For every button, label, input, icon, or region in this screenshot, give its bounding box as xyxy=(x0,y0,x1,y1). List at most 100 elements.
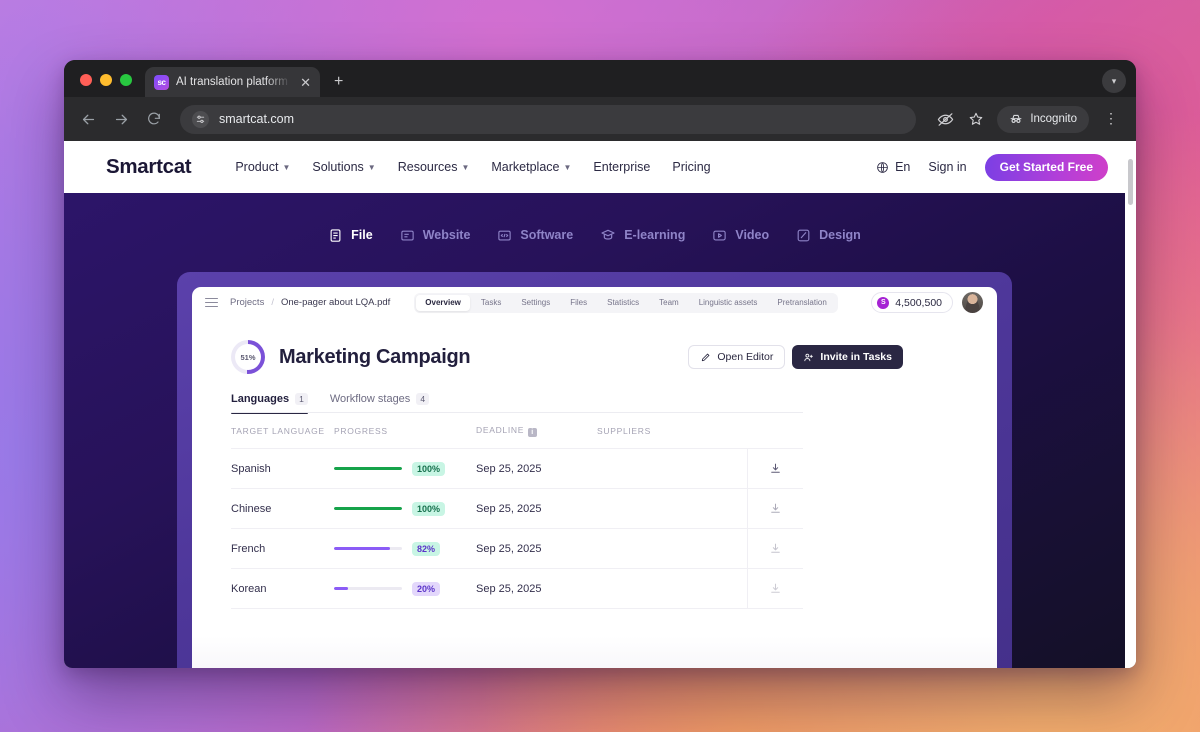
download-icon xyxy=(769,582,782,595)
subtab-count: 1 xyxy=(295,393,308,405)
subtab-languages[interactable]: Languages 1 xyxy=(231,393,308,413)
table-header-row: TARGET LANGUAGE PROGRESS DEADLINEi SUPPL… xyxy=(231,413,803,448)
app-tab-overview[interactable]: Overview xyxy=(416,295,470,311)
app-tab-statistics[interactable]: Statistics xyxy=(598,295,648,311)
address-bar[interactable]: smartcat.com xyxy=(180,105,916,134)
download-button[interactable] xyxy=(747,529,803,569)
header-download xyxy=(747,411,803,451)
chevron-down-icon: ▼ xyxy=(563,163,571,172)
close-icon[interactable]: ✕ xyxy=(298,74,313,91)
progress-badge: 100% xyxy=(412,462,445,476)
window-controls[interactable] xyxy=(64,74,145,97)
forward-arrow-icon[interactable] xyxy=(111,109,131,129)
language-selector[interactable]: En xyxy=(876,160,910,174)
content-fade xyxy=(192,636,997,668)
back-arrow-icon[interactable] xyxy=(78,109,98,129)
table-row[interactable]: Korean 20% Sep 25, 2025 xyxy=(231,568,803,608)
hero-tab-design[interactable]: Design xyxy=(796,227,861,243)
cell-language: Korean xyxy=(231,583,334,595)
nav-item-marketplace[interactable]: Marketplace ▼ xyxy=(491,160,571,174)
hero-tab-elearning[interactable]: E-learning xyxy=(600,227,685,243)
nav-item-product[interactable]: Product ▼ xyxy=(235,160,290,174)
hero-tab-label: Design xyxy=(819,228,861,242)
app-tab-settings[interactable]: Settings xyxy=(512,295,559,311)
hamburger-icon[interactable] xyxy=(205,298,218,308)
close-window-button[interactable] xyxy=(80,74,92,86)
new-tab-button[interactable]: + xyxy=(334,74,343,90)
cell-progress: 100% xyxy=(334,502,476,516)
tune-icon[interactable] xyxy=(192,111,209,128)
nav-item-enterprise[interactable]: Enterprise xyxy=(593,160,650,174)
tab-title: AI translation platform | Your xyxy=(176,76,291,88)
token-balance[interactable]: S 4,500,500 xyxy=(871,292,953,313)
download-icon xyxy=(769,462,782,475)
app-topbar-right: S 4,500,500 xyxy=(871,292,983,313)
chevron-down-icon: ▼ xyxy=(368,163,376,172)
nav-label: Resources xyxy=(398,160,458,174)
nav-item-resources[interactable]: Resources ▼ xyxy=(398,160,470,174)
progress-ring: 51% xyxy=(231,340,265,374)
progress-bar-fill xyxy=(334,587,348,590)
app-tab-files[interactable]: Files xyxy=(561,295,596,311)
progress-bar xyxy=(334,587,402,590)
hero-tab-software[interactable]: Software xyxy=(497,227,573,243)
breadcrumb: Projects / One-pager about LQA.pdf xyxy=(230,297,390,308)
nav-item-pricing[interactable]: Pricing xyxy=(672,160,710,174)
invite-in-tasks-button[interactable]: Invite in Tasks xyxy=(792,345,903,369)
code-icon xyxy=(497,228,512,243)
table-row[interactable]: Spanish 100% Sep 25, 2025 xyxy=(231,448,803,488)
breadcrumb-root[interactable]: Projects xyxy=(230,297,264,308)
token-icon: S xyxy=(877,297,889,309)
chevron-down-icon[interactable]: ▾ xyxy=(1102,69,1126,93)
app-tab-pretranslation[interactable]: Pretranslation xyxy=(768,295,835,311)
design-icon xyxy=(796,228,811,243)
invite-label: Invite in Tasks xyxy=(820,351,892,363)
hero-tab-file[interactable]: File xyxy=(328,227,373,243)
open-editor-button[interactable]: Open Editor xyxy=(688,345,785,369)
eye-off-icon[interactable] xyxy=(935,109,955,129)
url-text: smartcat.com xyxy=(219,112,294,126)
user-avatar[interactable] xyxy=(962,292,983,313)
hero-tab-video[interactable]: Video xyxy=(712,227,769,243)
subtab-count: 4 xyxy=(416,393,429,405)
get-started-button[interactable]: Get Started Free xyxy=(985,154,1108,181)
page-scrollbar[interactable] xyxy=(1125,141,1136,668)
project-header: 51% Marketing Campaign Open Editor Invit… xyxy=(192,318,997,374)
download-button[interactable] xyxy=(747,569,803,609)
smartcat-logo[interactable]: Smartcat xyxy=(106,155,191,179)
incognito-label: Incognito xyxy=(1030,113,1077,125)
download-icon xyxy=(769,502,782,515)
app-tab-list: Overview Tasks Settings Files Statistics… xyxy=(414,293,837,313)
minimize-window-button[interactable] xyxy=(100,74,112,86)
app-tab-tasks[interactable]: Tasks xyxy=(472,295,510,311)
download-icon xyxy=(769,542,782,555)
scrollbar-thumb[interactable] xyxy=(1128,159,1133,205)
info-icon[interactable]: i xyxy=(528,428,537,437)
app-mockup-frame: Projects / One-pager about LQA.pdf Overv… xyxy=(177,272,1012,668)
site-header: Smartcat Product ▼ Solutions ▼ Resources… xyxy=(64,141,1136,193)
progress-bar-fill xyxy=(334,507,402,510)
reload-icon[interactable] xyxy=(144,109,164,129)
maximize-window-button[interactable] xyxy=(120,74,132,86)
nav-label: Product xyxy=(235,160,278,174)
table-row[interactable]: Chinese 100% Sep 25, 2025 xyxy=(231,488,803,528)
app-tab-team[interactable]: Team xyxy=(650,295,688,311)
incognito-indicator[interactable]: Incognito xyxy=(997,106,1089,133)
star-icon[interactable] xyxy=(966,109,986,129)
subtab-workflow-stages[interactable]: Workflow stages 4 xyxy=(330,393,429,413)
browser-tab[interactable]: sc AI translation platform | Your ✕ xyxy=(145,67,320,97)
download-button[interactable] xyxy=(747,489,803,529)
main-navigation: Product ▼ Solutions ▼ Resources ▼ Market… xyxy=(235,160,710,174)
kebab-menu-icon[interactable]: ⋮ xyxy=(1100,114,1122,124)
person-add-icon xyxy=(803,352,814,363)
sign-in-link[interactable]: Sign in xyxy=(928,160,966,174)
progress-bar xyxy=(334,467,402,470)
hero-section: File Website Software E-learning Video xyxy=(64,193,1125,668)
hero-tab-website[interactable]: Website xyxy=(400,227,471,243)
app-tab-linguistic-assets[interactable]: Linguistic assets xyxy=(690,295,767,311)
progress-badge: 20% xyxy=(412,582,440,596)
language-label: En xyxy=(895,160,910,174)
table-row[interactable]: French 82% Sep 25, 2025 xyxy=(231,528,803,568)
download-button[interactable] xyxy=(747,449,803,489)
nav-item-solutions[interactable]: Solutions ▼ xyxy=(312,160,375,174)
